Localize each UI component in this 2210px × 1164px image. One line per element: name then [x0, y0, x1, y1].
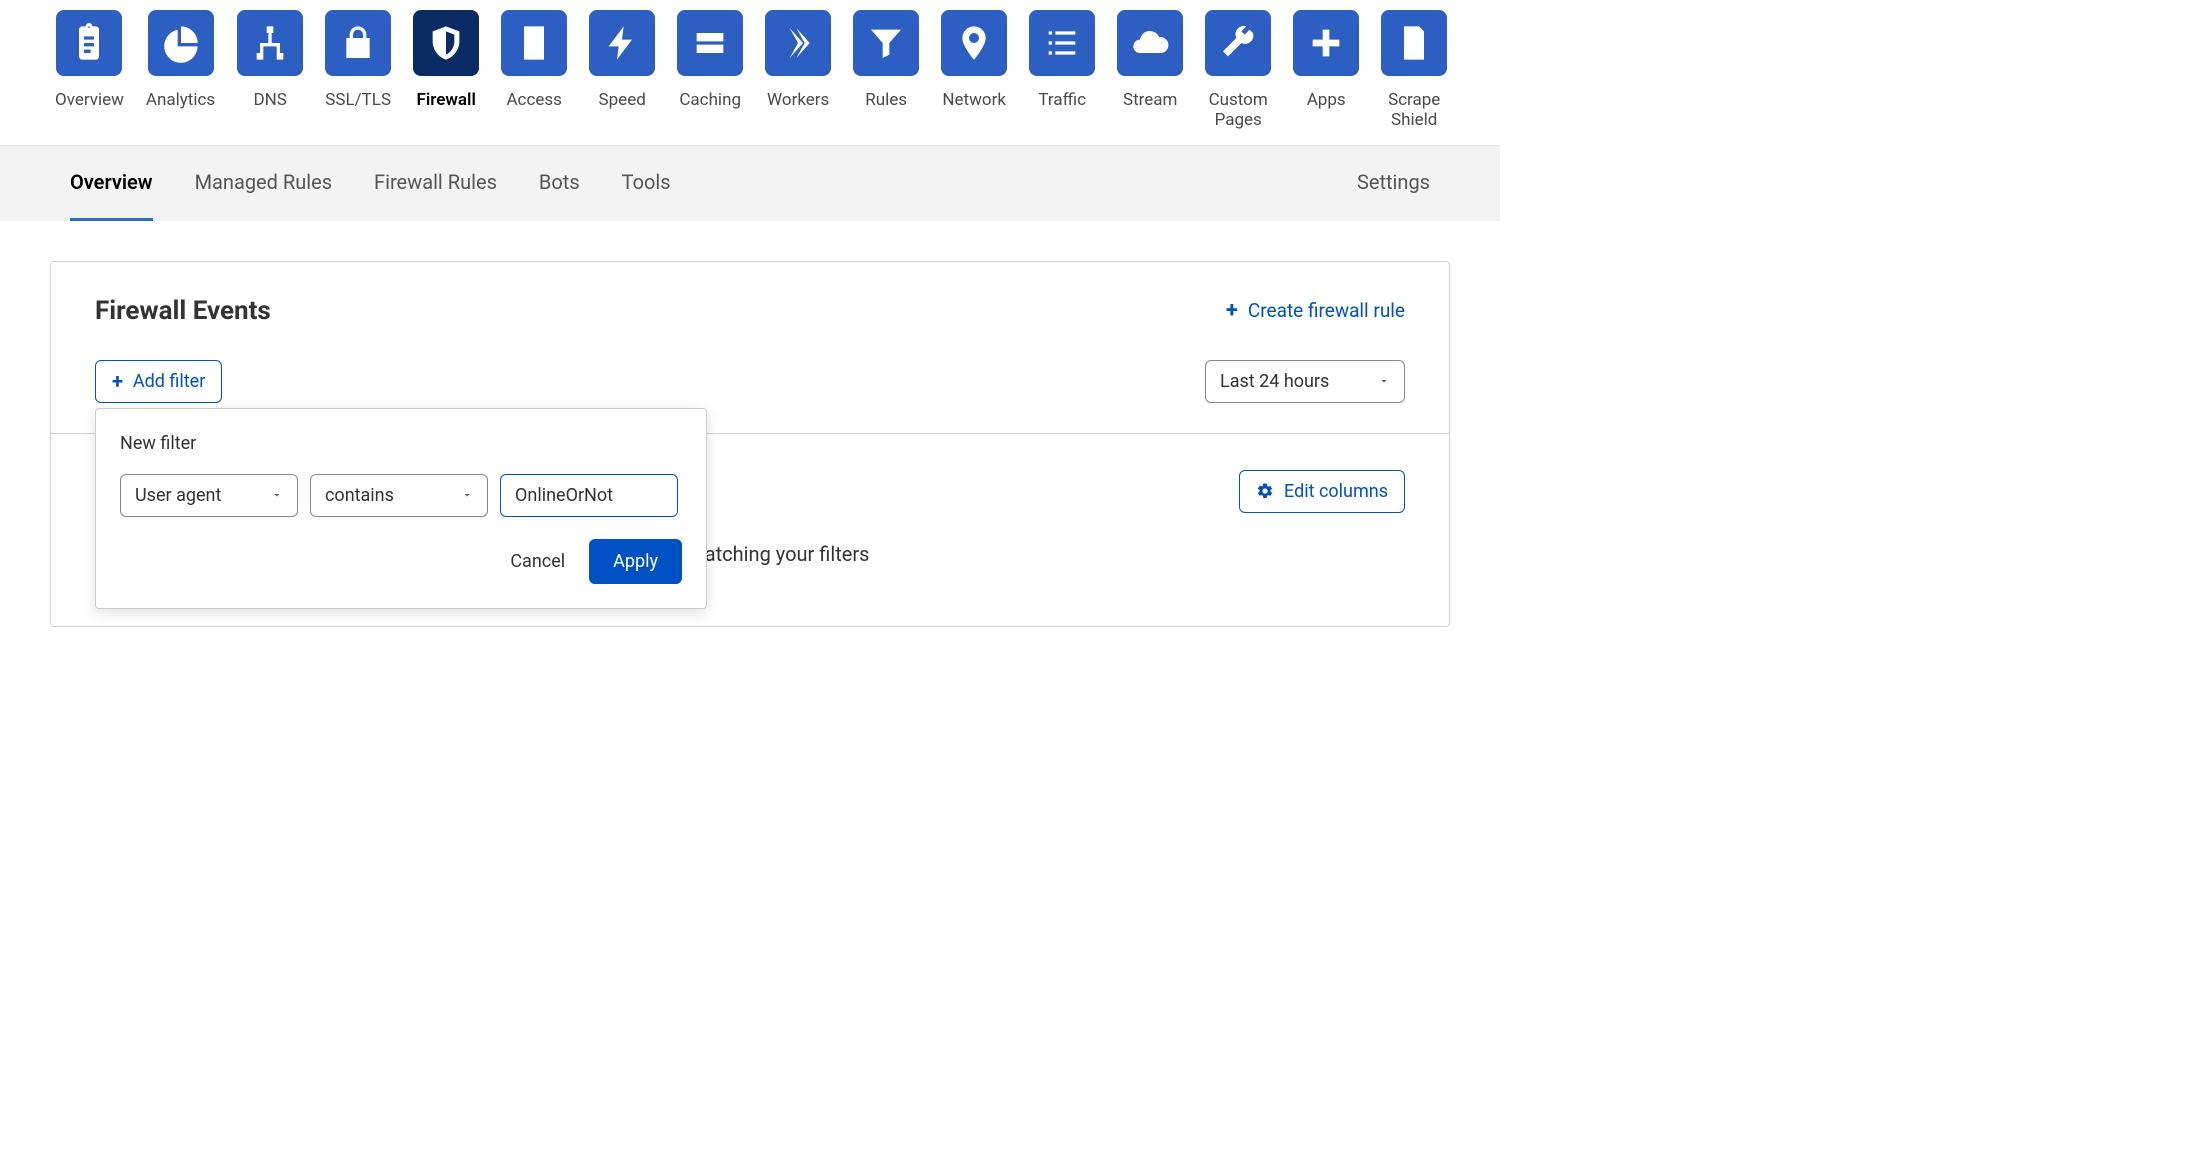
nav-label: Speed	[599, 90, 646, 110]
card-title: Firewall Events	[95, 296, 271, 326]
filter-field-select[interactable]: User agent	[120, 474, 298, 517]
apply-button[interactable]: Apply	[589, 539, 682, 584]
popover-title: New filter	[120, 433, 682, 454]
product-nav: Overview Analytics DNS SSL/TLS Firewall Acces…	[0, 0, 1500, 146]
bolt-icon	[589, 10, 655, 76]
drive-icon	[677, 10, 743, 76]
nav-label: ScrapeShield	[1388, 90, 1440, 131]
plus-icon	[1293, 10, 1359, 76]
nav-label: Traffic	[1038, 90, 1086, 110]
nav-item-overview[interactable]: Overview	[55, 10, 124, 131]
nav-item-dns[interactable]: DNS	[237, 10, 303, 131]
nav-item-ssl-tls[interactable]: SSL/TLS	[325, 10, 391, 131]
list-icon	[1029, 10, 1095, 76]
nav-label: Network	[942, 90, 1006, 110]
nav-label: Apps	[1307, 90, 1346, 110]
nav-item-caching[interactable]: Caching	[677, 10, 743, 131]
cancel-button[interactable]: Cancel	[510, 551, 565, 572]
filter-operator-value: contains	[325, 485, 394, 506]
time-range-value: Last 24 hours	[1220, 371, 1329, 392]
edit-columns-label: Edit columns	[1284, 481, 1388, 502]
nav-label: Overview	[55, 90, 124, 110]
clipboard-icon	[56, 10, 122, 76]
nav-item-apps[interactable]: Apps	[1293, 10, 1359, 131]
create-firewall-rule-button[interactable]: + Create firewall rule	[1226, 299, 1405, 322]
nav-label: Analytics	[146, 90, 215, 110]
filter-value-input[interactable]	[500, 474, 678, 517]
chevron-down-icon	[461, 485, 473, 506]
chevron-down-icon	[271, 485, 283, 506]
nav-item-scrape-shield[interactable]: ScrapeShield	[1381, 10, 1447, 131]
sitemap-icon	[237, 10, 303, 76]
section-tabs: Overview Managed Rules Firewall Rules Bots T…	[0, 146, 1500, 221]
chevron-down-icon	[1378, 371, 1390, 392]
add-filter-label: Add filter	[133, 371, 205, 392]
nav-item-rules[interactable]: Rules	[853, 10, 919, 131]
nav-label: SSL/TLS	[325, 90, 391, 110]
funnel-icon	[853, 10, 919, 76]
card-header-section: Firewall Events + Create firewall rule +…	[51, 262, 1449, 433]
nav-label: Stream	[1123, 90, 1177, 110]
tab-tools[interactable]: Tools	[622, 146, 671, 221]
pie-icon	[148, 10, 214, 76]
gear-icon	[1256, 482, 1274, 500]
pin-icon	[941, 10, 1007, 76]
nav-label: CustomPages	[1209, 90, 1268, 131]
nav-item-network[interactable]: Network	[941, 10, 1007, 131]
filter-field-value: User agent	[135, 485, 221, 506]
workers-icon	[765, 10, 831, 76]
edit-columns-button[interactable]: Edit columns	[1239, 470, 1405, 513]
add-filter-button[interactable]: + Add filter	[95, 360, 222, 403]
nav-label: Access	[506, 90, 561, 110]
nav-label: Caching	[679, 90, 741, 110]
nav-item-traffic[interactable]: Traffic	[1029, 10, 1095, 131]
nav-item-custom-pages[interactable]: CustomPages	[1205, 10, 1271, 131]
nav-label: DNS	[253, 90, 286, 110]
nav-item-speed[interactable]: Speed	[589, 10, 655, 131]
shield-icon	[413, 10, 479, 76]
content-area: Firewall Events + Create firewall rule +…	[0, 221, 1500, 667]
nav-label: Rules	[865, 90, 907, 110]
firewall-events-card: Firewall Events + Create firewall rule +…	[50, 261, 1450, 627]
time-range-select[interactable]: Last 24 hours	[1205, 360, 1405, 403]
nav-item-workers[interactable]: Workers	[765, 10, 831, 131]
door-icon	[501, 10, 567, 76]
tab-managed-rules[interactable]: Managed Rules	[195, 146, 332, 221]
tab-bots[interactable]: Bots	[539, 146, 580, 221]
tab-settings[interactable]: Settings	[1357, 146, 1430, 221]
filters-row: + Add filter Last 24 hours New filter Us…	[95, 360, 1405, 403]
nav-label: Workers	[767, 90, 829, 110]
doc-icon	[1381, 10, 1447, 76]
create-rule-label: Create firewall rule	[1248, 299, 1405, 322]
lock-icon	[325, 10, 391, 76]
new-filter-popover: New filter User agent contains	[95, 408, 707, 609]
nav-label: Firewall	[416, 90, 475, 110]
tab-firewall-rules[interactable]: Firewall Rules	[374, 146, 497, 221]
tab-overview[interactable]: Overview	[70, 146, 153, 221]
nav-item-firewall[interactable]: Firewall	[413, 10, 479, 131]
nav-item-stream[interactable]: Stream	[1117, 10, 1183, 131]
nav-item-access[interactable]: Access	[501, 10, 567, 131]
cloud-icon	[1117, 10, 1183, 76]
wrench-icon	[1205, 10, 1271, 76]
filter-operator-select[interactable]: contains	[310, 474, 488, 517]
nav-item-analytics[interactable]: Analytics	[146, 10, 215, 131]
